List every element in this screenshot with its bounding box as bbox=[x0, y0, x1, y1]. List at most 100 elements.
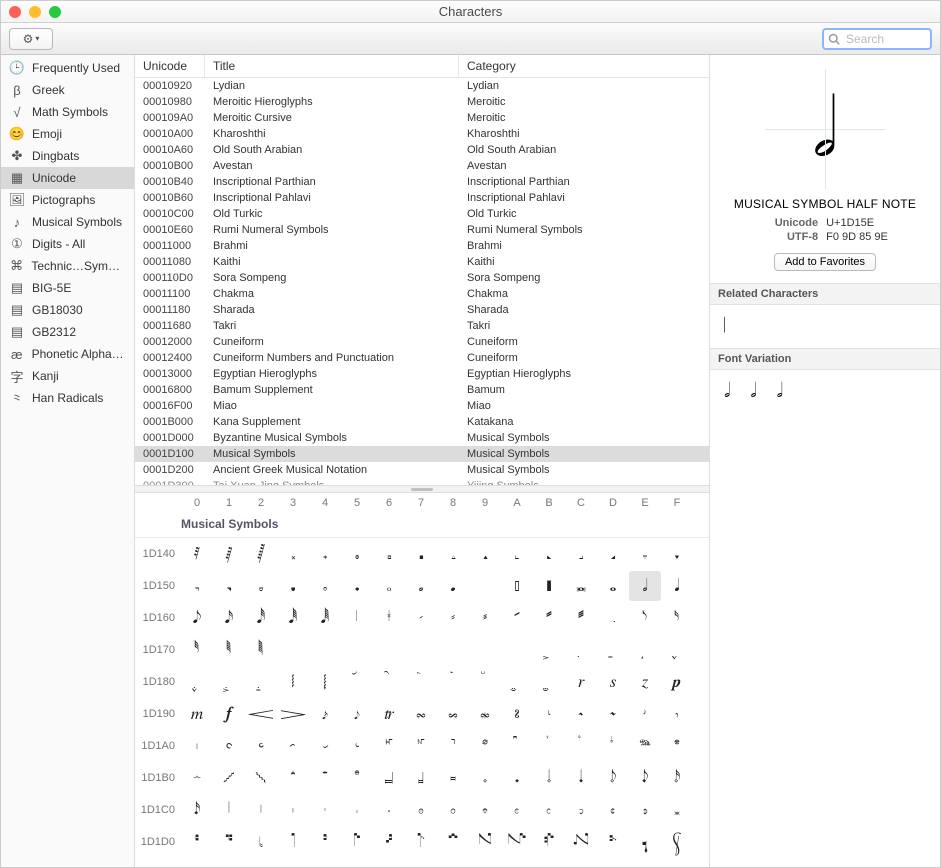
sidebar-item-dingbats[interactable]: ✤Dingbats bbox=[1, 145, 134, 167]
grid-cell[interactable]: 𝅉 bbox=[469, 539, 501, 569]
grid-cell[interactable]: 𝆥 bbox=[341, 731, 373, 761]
table-row[interactable]: 00010B40Inscriptional ParthianInscriptio… bbox=[135, 174, 709, 190]
grid-cell[interactable]: 𝅋 bbox=[533, 539, 565, 569]
grid-cell[interactable]: 𝅂 bbox=[245, 539, 277, 569]
grid-cell[interactable]: 𝅩 bbox=[469, 603, 501, 633]
grid-cell[interactable]: 𝇟 bbox=[661, 827, 693, 857]
grid-cell[interactable]: 𝆌 bbox=[565, 667, 597, 697]
grid-cell[interactable]: 𝅱 bbox=[213, 635, 245, 665]
table-row[interactable]: 00010B60Inscriptional PahlaviInscription… bbox=[135, 190, 709, 206]
grid-cell[interactable]: 𝇫 bbox=[533, 859, 565, 867]
grid-cell[interactable]: 𝇘 bbox=[437, 827, 469, 857]
table-row[interactable]: 000110D0Sora SompengSora Sompeng bbox=[135, 270, 709, 286]
grid-cell[interactable]: 𝆤 bbox=[309, 731, 341, 761]
grid-cell[interactable]: 𝆵 bbox=[341, 763, 373, 793]
grid-cell[interactable]: 𝅖 bbox=[373, 571, 405, 601]
pane-splitter[interactable] bbox=[135, 485, 709, 493]
sidebar-item-frequently-used[interactable]: 🕒Frequently Used bbox=[1, 57, 134, 79]
grid-cell[interactable]: 𝇃 bbox=[277, 795, 309, 825]
grid-cell[interactable]: 𝆦 bbox=[373, 731, 405, 761]
grid-cell[interactable]: 𝇔 bbox=[309, 827, 341, 857]
grid-cell[interactable]: 𝅨 bbox=[437, 603, 469, 633]
grid-cell[interactable]: 𝆁 bbox=[213, 667, 245, 697]
grid-cell[interactable]: 𝇉 bbox=[469, 795, 501, 825]
grid-cell[interactable]: 𝅫 bbox=[533, 603, 565, 633]
grid-cell[interactable]: 𝅘𝅥𝅯 bbox=[213, 603, 245, 633]
grid-cell[interactable]: 𝅭 bbox=[597, 603, 629, 633]
table-row[interactable]: 00011000BrahmiBrahmi bbox=[135, 238, 709, 254]
grid-cell[interactable]: 𝆛 bbox=[533, 699, 565, 729]
grid-cell[interactable]: 𝅁 bbox=[213, 539, 245, 569]
grid-cell[interactable]: 𝇬 bbox=[565, 859, 597, 867]
grid-cell[interactable]: 𝇅 bbox=[341, 795, 373, 825]
grid-cell[interactable]: 𝆺 bbox=[501, 763, 533, 793]
table-row[interactable]: 000109A0Meroitic CursiveMeroitic bbox=[135, 110, 709, 126]
grid-cell[interactable]: 𝇍 bbox=[597, 795, 629, 825]
grid-cell[interactable]: 𝇖 bbox=[373, 827, 405, 857]
grid-cell[interactable]: 𝆲 bbox=[245, 763, 277, 793]
table-row[interactable]: 0001D200Ancient Greek Musical NotationMu… bbox=[135, 462, 709, 478]
grid-cell[interactable]: 𝆣 bbox=[277, 731, 309, 761]
grid-cell[interactable]: 𝅘 bbox=[437, 571, 469, 601]
table-row[interactable]: 00011100ChakmaChakma bbox=[135, 286, 709, 302]
grid-cell[interactable]: 𝆆 bbox=[373, 667, 405, 697]
grid-cell[interactable]: 𝆱 bbox=[213, 763, 245, 793]
grid-cell[interactable]: 𝆋 bbox=[533, 667, 565, 697]
sidebar-item-big5e[interactable]: ▤BIG-5E bbox=[1, 277, 134, 299]
grid-cell[interactable]: 𝆊 bbox=[501, 667, 533, 697]
grid-cell[interactable]: 𝆺𝅥𝅮 bbox=[629, 763, 661, 793]
grid-cell[interactable]: 𝅾 bbox=[629, 635, 661, 665]
font-variation-glyph[interactable]: 𝅗𝅥 bbox=[724, 380, 730, 403]
grid-cell[interactable]: 𝅘𝅥𝅱 bbox=[277, 603, 309, 633]
grid-cell[interactable]: 𝆅 bbox=[341, 667, 373, 697]
grid-cell[interactable]: 𝇎 bbox=[629, 795, 661, 825]
table-row[interactable]: 00010A00KharoshthiKharoshthi bbox=[135, 126, 709, 142]
grid-cell[interactable]: 𝅓 bbox=[277, 571, 309, 601]
grid-cell[interactable]: 𝇆 bbox=[373, 795, 405, 825]
grid-cell[interactable]: 𝆰 bbox=[181, 763, 213, 793]
grid-cell[interactable]: 𝆎 bbox=[629, 667, 661, 697]
grid-cell[interactable]: 𝆭 bbox=[597, 731, 629, 761]
grid-cell[interactable]: 𝆇 bbox=[405, 667, 437, 697]
grid-cell[interactable]: 𝅗 bbox=[405, 571, 437, 601]
grid-cell[interactable]: 𝅀 bbox=[181, 539, 213, 569]
sidebar-item-greek[interactable]: βGreek bbox=[1, 79, 134, 101]
grid-cell[interactable]: 𝇓 bbox=[277, 827, 309, 857]
grid-cell[interactable]: 𝅽 bbox=[597, 635, 629, 665]
sidebar-item-digits-all[interactable]: ①Digits - All bbox=[1, 233, 134, 255]
grid-cell[interactable]: 𝇌 bbox=[565, 795, 597, 825]
column-header-category[interactable]: Category bbox=[459, 55, 709, 77]
table-row[interactable]: 00016800Bamum SupplementBamum bbox=[135, 382, 709, 398]
grid-cell[interactable]: 𝇩 bbox=[469, 859, 501, 867]
grid-cell[interactable]: 𝅝 bbox=[597, 571, 629, 601]
table-row[interactable]: 00011180SharadaSharada bbox=[135, 302, 709, 318]
grid-cell[interactable]: 𝇢 bbox=[245, 859, 277, 867]
sidebar-item-technical-symbols[interactable]: ⌘Technic…Symbols bbox=[1, 255, 134, 277]
grid-cell[interactable]: 𝇭 bbox=[597, 859, 629, 867]
grid-cell[interactable]: 𝇯 bbox=[661, 859, 693, 867]
grid-cell[interactable]: 𝆬 bbox=[565, 731, 597, 761]
grid-cell[interactable]: 𝆗 bbox=[405, 699, 437, 729]
table-row[interactable]: 00012400Cuneiform Numbers and Punctuatio… bbox=[135, 350, 709, 366]
grid-cell[interactable]: 𝅹 bbox=[469, 635, 501, 665]
grid-cell[interactable]: 𝅔 bbox=[309, 571, 341, 601]
grid-cell[interactable]: 𝇐 bbox=[181, 827, 213, 857]
grid-cell[interactable]: 𝇥 bbox=[341, 859, 373, 867]
grid-cell[interactable]: 𝆩 bbox=[469, 731, 501, 761]
grid-cell[interactable]: 𝇪 bbox=[501, 859, 533, 867]
table-row[interactable]: 00011680TakriTakri bbox=[135, 318, 709, 334]
grid-cell[interactable]: 𝆴 bbox=[309, 763, 341, 793]
grid-cell[interactable]: 𝅅 bbox=[341, 539, 373, 569]
grid-cell[interactable]: 𝆑 bbox=[213, 699, 245, 729]
column-header-title[interactable]: Title bbox=[205, 55, 459, 77]
grid-cell[interactable]: 𝆹𝅥 bbox=[533, 763, 565, 793]
grid-cell[interactable]: 𝆫 bbox=[533, 731, 565, 761]
font-variation-glyph[interactable]: 𝅗𝅥 bbox=[750, 380, 756, 403]
table-row[interactable]: 0001D100Musical SymbolsMusical Symbols bbox=[135, 446, 709, 462]
grid-cell[interactable]: 𝇄 bbox=[309, 795, 341, 825]
grid-cell[interactable]: 𝇊 bbox=[501, 795, 533, 825]
grid-cell[interactable]: 𝆄 bbox=[309, 667, 341, 697]
grid-cell[interactable]: 𝅌 bbox=[565, 539, 597, 569]
grid-cell[interactable]: 𝆏 bbox=[661, 667, 693, 697]
grid-cell[interactable]: 𝆮 bbox=[629, 731, 661, 761]
